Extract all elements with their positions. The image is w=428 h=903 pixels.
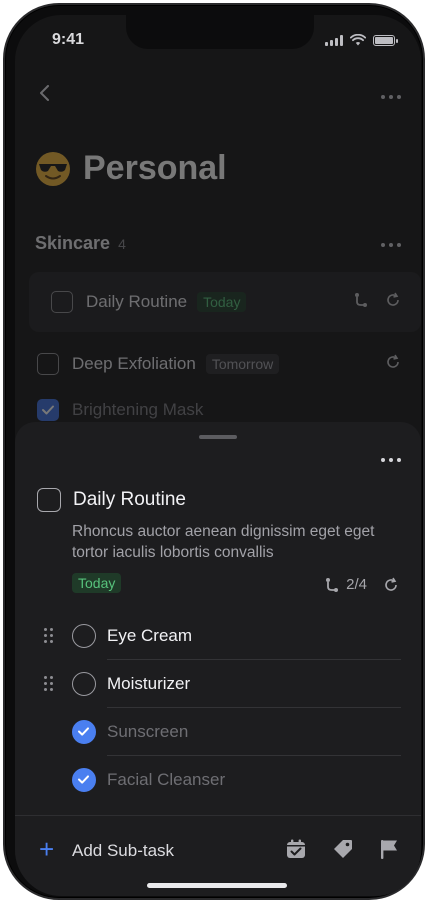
back-chevron-icon[interactable] [35, 81, 55, 105]
subtask-row[interactable]: Moisturizer [15, 660, 421, 708]
subtask-row[interactable]: Eye Cream [15, 612, 421, 660]
subtask-checkbox-checked[interactable] [72, 720, 96, 744]
list-item[interactable]: Deep Exfoliation Tomorrow [37, 353, 421, 375]
row-icons [353, 292, 401, 308]
repeat-icon[interactable] [383, 577, 399, 593]
section-header: Skincare 4 [35, 233, 126, 254]
check-icon [78, 727, 89, 736]
check-icon [78, 775, 89, 784]
tag-row: Today [72, 573, 122, 593]
sunglasses-emoji-icon [36, 151, 70, 186]
section-title: Skincare [35, 233, 111, 253]
task-meta: 2/4 [324, 576, 399, 593]
home-indicator [147, 883, 287, 888]
task-description[interactable]: Rhoncus auctor aenean dignissim eget ege… [72, 521, 402, 563]
calendar-check-icon[interactable] [285, 838, 307, 860]
add-subtask-button[interactable]: Add Sub-task [72, 841, 174, 861]
drag-handle-icon[interactable] [44, 676, 54, 692]
signal-icon [325, 35, 343, 46]
tag-icon[interactable] [331, 837, 355, 861]
subtask-label: Eye Cream [107, 626, 193, 645]
task-checkbox[interactable] [37, 353, 59, 375]
footer-actions [285, 837, 399, 861]
subtask-branch-icon [355, 293, 367, 307]
list-item[interactable]: Brightening Mask [37, 399, 421, 421]
date-tag: Tomorrow [205, 354, 280, 374]
status-time: 9:41 [52, 31, 85, 48]
subtask-row[interactable]: Sunscreen [15, 708, 421, 756]
subtask-checkbox[interactable] [72, 624, 96, 648]
subtask-progress: 2/4 [346, 576, 367, 593]
repeat-icon [387, 292, 399, 306]
wifi-icon [350, 34, 366, 46]
subtask-row[interactable]: Facial Cleanser [15, 756, 421, 804]
status-icons [325, 34, 398, 46]
task-checkbox[interactable] [37, 488, 61, 512]
task-detail-sheet: Daily Routine Rhoncus auctor aenean dign… [15, 422, 421, 896]
subtask-label: Facial Cleanser [107, 770, 226, 789]
task-label: Brightening Mask [72, 400, 204, 419]
phone-frame: 9:41 Personal Skincare 4 Daily Routine T… [3, 3, 425, 900]
page-title-text: Personal [83, 149, 227, 187]
sheet-grabber[interactable] [199, 435, 237, 439]
section-more-icon[interactable] [381, 243, 401, 247]
subtask-checkbox-checked[interactable] [72, 768, 96, 792]
repeat-icon [387, 354, 399, 368]
subtask-label: Moisturizer [107, 674, 191, 693]
task-label: Deep Exfoliation [72, 354, 196, 373]
more-icon[interactable] [381, 95, 401, 99]
task-checkbox-checked[interactable] [37, 399, 59, 421]
subtask-branch-icon [326, 577, 339, 592]
drag-handle-icon[interactable] [44, 628, 54, 644]
subtask-list: Eye Cream Moisturizer Sunscreen Facial C… [15, 612, 421, 804]
sheet-more-icon[interactable] [381, 458, 401, 462]
screen: 9:41 Personal Skincare 4 Daily Routine T… [15, 15, 421, 896]
section-count: 4 [118, 236, 126, 252]
task-label: Daily Routine [86, 292, 188, 311]
battery-icon [373, 35, 398, 46]
task-checkbox[interactable] [51, 291, 73, 313]
date-tag: Today [197, 292, 247, 312]
subtask-label: Sunscreen [107, 722, 189, 741]
task-header: Daily Routine [37, 488, 186, 512]
notch [126, 15, 314, 49]
plus-icon[interactable]: + [39, 836, 54, 862]
row-icons [385, 354, 401, 370]
subtask-checkbox[interactable] [72, 672, 96, 696]
task-title[interactable]: Daily Routine [73, 489, 186, 511]
date-tag[interactable]: Today [72, 573, 122, 593]
page-title: Personal [35, 149, 227, 188]
flag-icon[interactable] [379, 838, 399, 860]
check-icon [42, 405, 54, 415]
